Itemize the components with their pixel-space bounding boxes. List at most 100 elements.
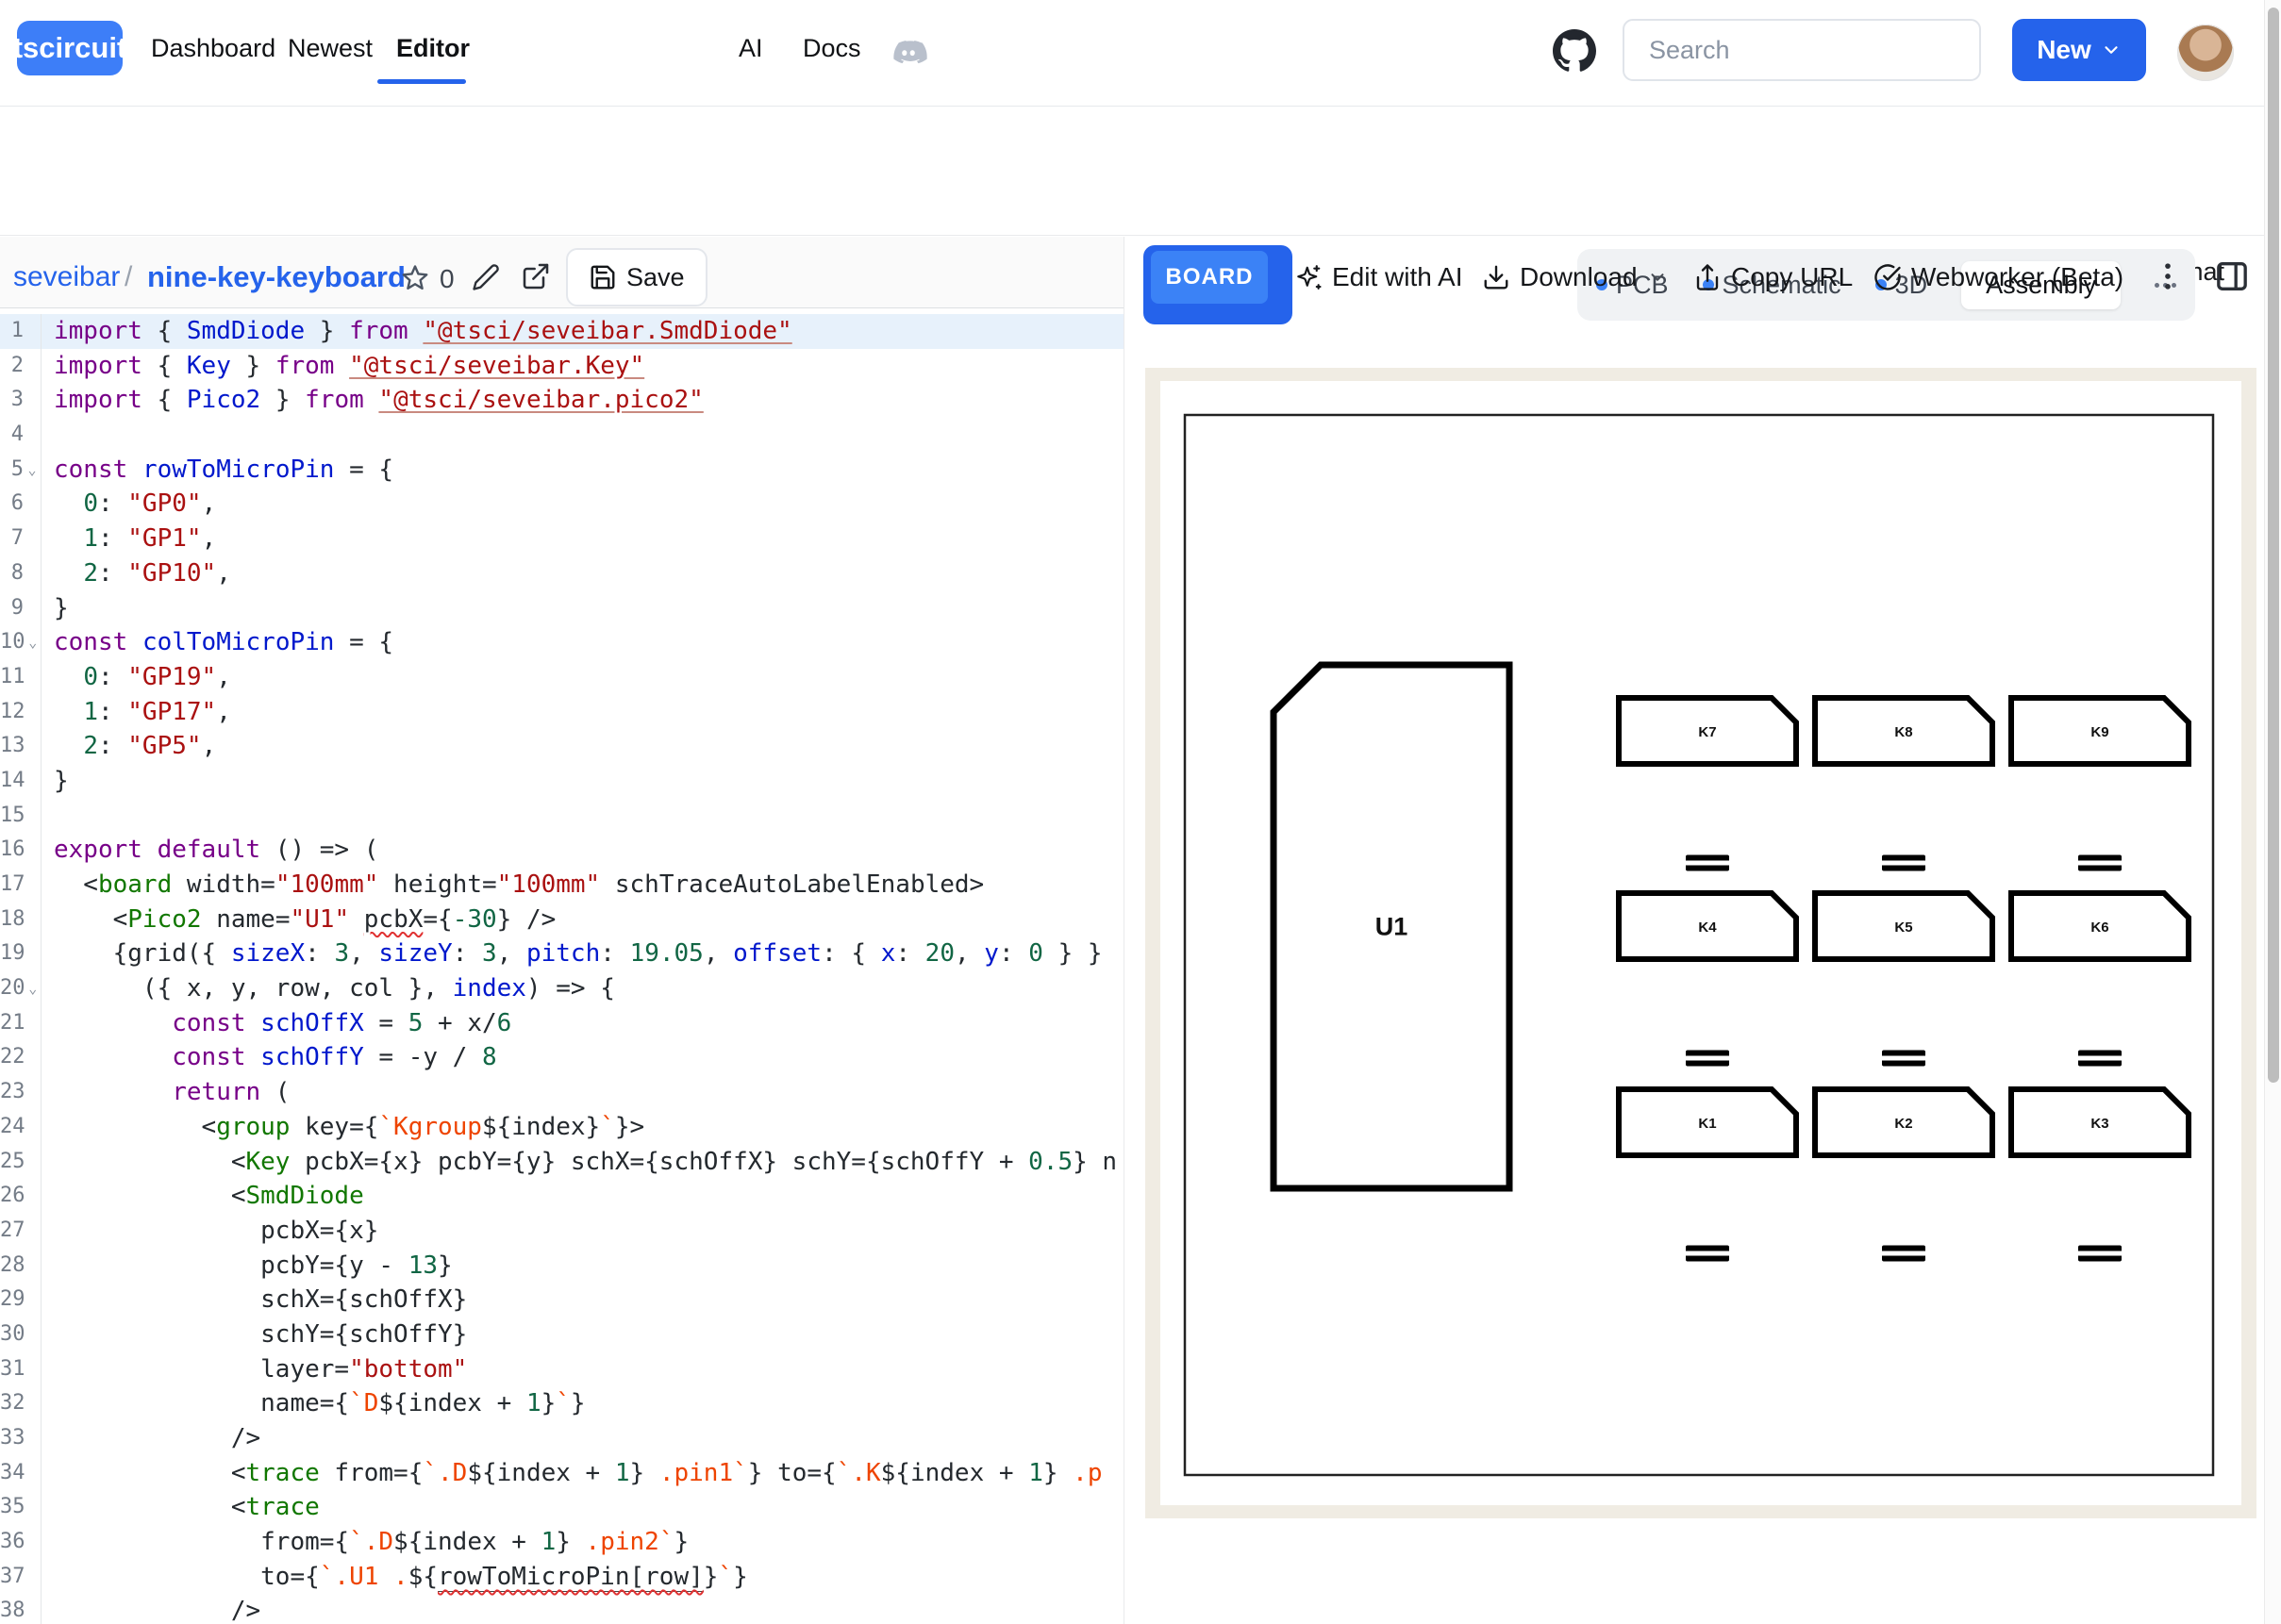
code-line-content[interactable]: /> [42, 1594, 260, 1624]
github-icon[interactable] [1553, 28, 1596, 72]
code-line[interactable]: 36 from={`.D${index + 1} .pin2`} [0, 1525, 1124, 1560]
code-line[interactable]: 13 2: "GP5", [0, 729, 1124, 764]
nav-item-docs[interactable]: Docs [803, 34, 861, 62]
code-line-content[interactable]: 0: "GP19", [42, 660, 231, 695]
line-gutter[interactable]: 20⌄ [0, 971, 42, 1006]
code-line[interactable]: 35 <trace [0, 1490, 1124, 1525]
code-line[interactable]: 25 <Key pcbX={x} pcbY={y} schX={schOffX}… [0, 1145, 1124, 1180]
download-button[interactable]: Download [1482, 256, 1668, 299]
code-line[interactable]: 1import { SmdDiode } from "@tsci/seveiba… [0, 314, 1124, 349]
edit-with-ai-button[interactable]: Edit with AI [1294, 256, 1463, 299]
line-gutter[interactable]: 3 [0, 383, 42, 418]
code-line[interactable]: 26 <SmdDiode [0, 1179, 1124, 1214]
code-line-content[interactable]: return ( [42, 1075, 290, 1110]
code-line[interactable]: 21 const schOffX = 5 + x/6 [0, 1006, 1124, 1041]
page-scrollbar[interactable] [2264, 0, 2281, 1624]
line-gutter[interactable]: 7 [0, 522, 42, 556]
code-line[interactable]: 17 <board width="100mm" height="100mm" s… [0, 868, 1124, 903]
code-line[interactable]: 11 0: "GP19", [0, 660, 1124, 695]
code-line-content[interactable]: const schOffX = 5 + x/6 [42, 1006, 511, 1041]
code-line-content[interactable] [42, 799, 54, 834]
line-gutter[interactable]: 17 [0, 868, 42, 903]
line-gutter[interactable]: 29 [0, 1283, 42, 1317]
code-line[interactable]: 20⌄ ({ x, y, row, col }, index) => { [0, 971, 1124, 1006]
line-gutter[interactable]: 35 [0, 1490, 42, 1525]
search-input[interactable] [1623, 19, 1981, 81]
line-gutter[interactable]: 21 [0, 1006, 42, 1041]
line-gutter[interactable]: 16 [0, 833, 42, 868]
code-line[interactable]: 30 schY={schOffY} [0, 1317, 1124, 1352]
code-editor[interactable]: 1import { SmdDiode } from "@tsci/seveiba… [0, 308, 1124, 1624]
code-line-content[interactable]: schX={schOffX} [42, 1283, 467, 1317]
fold-chevron-icon[interactable]: ⌄ [25, 625, 42, 660]
code-line[interactable]: 12 1: "GP17", [0, 695, 1124, 730]
code-line-content[interactable]: } [42, 591, 69, 626]
line-gutter[interactable]: 13 [0, 729, 42, 764]
share-icon[interactable] [521, 261, 551, 291]
code-line-content[interactable]: 1: "GP1", [42, 522, 216, 556]
code-line[interactable]: 15 [0, 799, 1124, 834]
line-gutter[interactable]: 37 [0, 1560, 42, 1595]
code-line-content[interactable] [42, 418, 54, 453]
star-icon[interactable] [400, 263, 430, 293]
code-line[interactable]: 38 /> [0, 1594, 1124, 1624]
nav-item-ai[interactable]: AI [739, 34, 763, 62]
line-gutter[interactable]: 6 [0, 487, 42, 522]
code-line-content[interactable]: pcbY={y - 13} [42, 1249, 453, 1284]
line-gutter[interactable]: 14 [0, 764, 42, 799]
tscircuit-logo[interactable]: tscircuit [17, 21, 123, 75]
code-line[interactable]: 16export default () => ( [0, 833, 1124, 868]
code-line-content[interactable]: /> [42, 1421, 260, 1456]
code-line[interactable]: 4 [0, 418, 1124, 453]
code-line[interactable]: 14} [0, 764, 1124, 799]
code-line-content[interactable]: 0: "GP0", [42, 487, 216, 522]
code-line-content[interactable]: import { SmdDiode } from "@tsci/seveibar… [42, 314, 792, 349]
line-gutter[interactable]: 9 [0, 591, 42, 626]
line-gutter[interactable]: 23 [0, 1075, 42, 1110]
line-gutter[interactable]: 5⌄ [0, 453, 42, 488]
code-line[interactable]: 24 <group key={`Kgroup${index}`}> [0, 1110, 1124, 1145]
code-line[interactable]: 28 pcbY={y - 13} [0, 1249, 1124, 1284]
line-gutter[interactable]: 30 [0, 1317, 42, 1352]
line-gutter[interactable]: 34 [0, 1456, 42, 1491]
fold-chevron-icon[interactable]: ⌄ [25, 971, 42, 1006]
code-line[interactable]: 6 0: "GP0", [0, 487, 1124, 522]
line-gutter[interactable]: 19 [0, 936, 42, 971]
save-button[interactable]: Save [566, 248, 708, 307]
line-gutter[interactable]: 25 [0, 1145, 42, 1180]
copy-url-button[interactable]: Copy URL [1693, 256, 1853, 299]
breadcrumb-owner[interactable]: seveibar [13, 261, 120, 293]
code-line-content[interactable]: import { Pico2 } from "@tsci/seveibar.pi… [42, 383, 704, 418]
code-line-content[interactable]: <Key pcbX={x} pcbY={y} schX={schOffX} sc… [42, 1145, 1117, 1180]
scrollbar-thumb[interactable] [2268, 8, 2279, 1083]
line-gutter[interactable]: 33 [0, 1421, 42, 1456]
line-gutter[interactable]: 26 [0, 1179, 42, 1214]
code-line[interactable]: 2import { Key } from "@tsci/seveibar.Key… [0, 349, 1124, 384]
code-line-content[interactable]: const rowToMicroPin = { [42, 453, 393, 488]
assembly-canvas[interactable]: U1K7K8K9K4K5K6K1K2K3 [1145, 368, 2256, 1518]
code-line-content[interactable]: name={`D${index + 1}`} [42, 1386, 586, 1421]
line-gutter[interactable]: 18 [0, 903, 42, 937]
code-line-content[interactable]: } [42, 764, 69, 799]
panel-layout-icon[interactable] [2213, 257, 2251, 295]
line-gutter[interactable]: 36 [0, 1525, 42, 1560]
new-button[interactable]: New [2012, 19, 2146, 81]
code-line-content[interactable]: import { Key } from "@tsci/seveibar.Key" [42, 349, 644, 384]
line-gutter[interactable]: 32 [0, 1386, 42, 1421]
line-gutter[interactable]: 10⌄ [0, 625, 42, 660]
code-line-content[interactable]: schY={schOffY} [42, 1317, 467, 1352]
webworker-toggle[interactable]: Webworker (Beta) [1873, 256, 2123, 299]
line-gutter[interactable]: 15 [0, 799, 42, 834]
code-line-content[interactable]: <SmdDiode [42, 1179, 364, 1214]
nav-item-dashboard[interactable]: Dashboard [151, 34, 275, 62]
fold-chevron-icon[interactable]: ⌄ [24, 453, 41, 488]
code-line[interactable]: 33 /> [0, 1421, 1124, 1456]
line-gutter[interactable]: 31 [0, 1352, 42, 1387]
code-line[interactable]: 29 schX={schOffX} [0, 1283, 1124, 1317]
code-line-content[interactable]: const colToMicroPin = { [42, 625, 393, 660]
code-line-content[interactable]: ({ x, y, row, col }, index) => { [42, 971, 615, 1006]
code-line[interactable]: 31 layer="bottom" [0, 1352, 1124, 1387]
edit-pencil-icon[interactable] [472, 263, 500, 291]
nav-item-editor[interactable]: Editor [396, 34, 470, 62]
code-line[interactable]: 10⌄const colToMicroPin = { [0, 625, 1124, 660]
